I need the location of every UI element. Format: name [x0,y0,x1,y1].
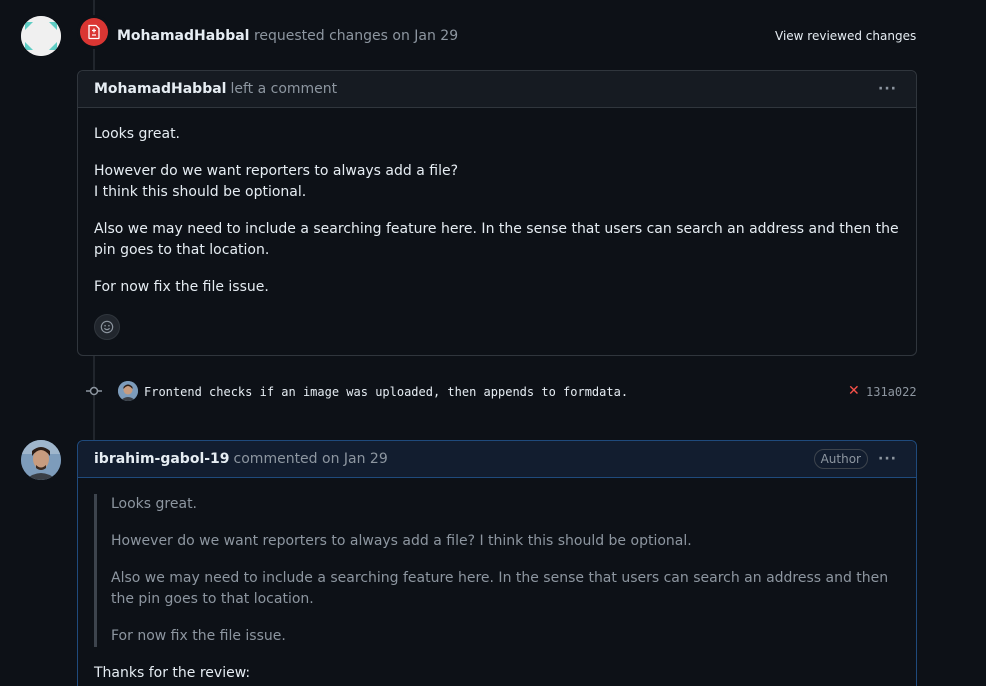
quote-paragraph: However do we want reporters to always a… [111,533,692,549]
review-event-header: MohamadHabbal requested changes on Jan 2… [117,26,458,46]
review-author-link[interactable]: MohamadHabbal [117,28,249,44]
author-badge: Author [813,449,868,469]
git-commit-icon [86,386,102,396]
smiley-icon [100,320,114,334]
review-comment: MohamadHabbal left a comment ··· Looks g… [77,70,917,356]
commit-row: Frontend checks if an image was uploaded… [84,380,917,402]
timeline-line-top [93,0,95,18]
commit-author-avatar[interactable] [118,381,138,401]
comment-action-text: commented on Jan 29 [233,451,388,467]
comment-paragraph: However do we want reporters to always a… [94,161,900,203]
quote-paragraph: Looks great. [111,496,198,512]
x-icon[interactable]: ✕ [848,383,860,399]
avatar[interactable] [21,440,61,480]
blockquote: Looks great. However do we want reporter… [94,494,900,647]
timeline-line-mid [93,46,95,70]
author-comment: ibrahim-gabol-19 commented on Jan 29 Aut… [77,440,917,686]
reply-paragraph: Thanks for the review: [94,665,251,681]
comment-body: Looks great. However do we want reporter… [78,478,916,686]
comment-header: ibrahim-gabol-19 commented on Jan 29 Aut… [78,441,916,478]
kebab-menu-icon[interactable]: ··· [878,81,897,97]
add-reaction-button[interactable] [94,314,120,340]
file-diff-icon [80,18,108,46]
kebab-menu-icon[interactable]: ··· [878,451,897,467]
comment-author-link[interactable]: MohamadHabbal [94,81,226,97]
commit-sha-link[interactable]: 131a022 [866,384,917,400]
comment-paragraph: Looks great. [94,126,181,142]
avatar[interactable] [21,16,61,56]
view-reviewed-changes-button[interactable]: View reviewed changes [775,27,916,45]
comment-line: I think this should be optional. [94,184,307,200]
comment-paragraph: For now fix the file issue. [94,279,269,295]
comment-paragraph: Also we may need to include a searching … [94,221,899,258]
quote-paragraph: Also we may need to include a searching … [111,570,889,607]
comment-header: MohamadHabbal left a comment ··· [78,71,916,108]
comment-line: However do we want reporters to always a… [94,163,459,179]
comment-action-text: left a comment [230,81,338,97]
comment-author-link[interactable]: ibrahim-gabol-19 [94,451,230,467]
comment-body: Looks great. However do we want reporter… [78,108,916,356]
quote-paragraph: For now fix the file issue. [111,628,286,644]
commit-message-link[interactable]: Frontend checks if an image was uploaded… [144,384,628,400]
review-action-text: requested changes on Jan 29 [253,28,459,44]
